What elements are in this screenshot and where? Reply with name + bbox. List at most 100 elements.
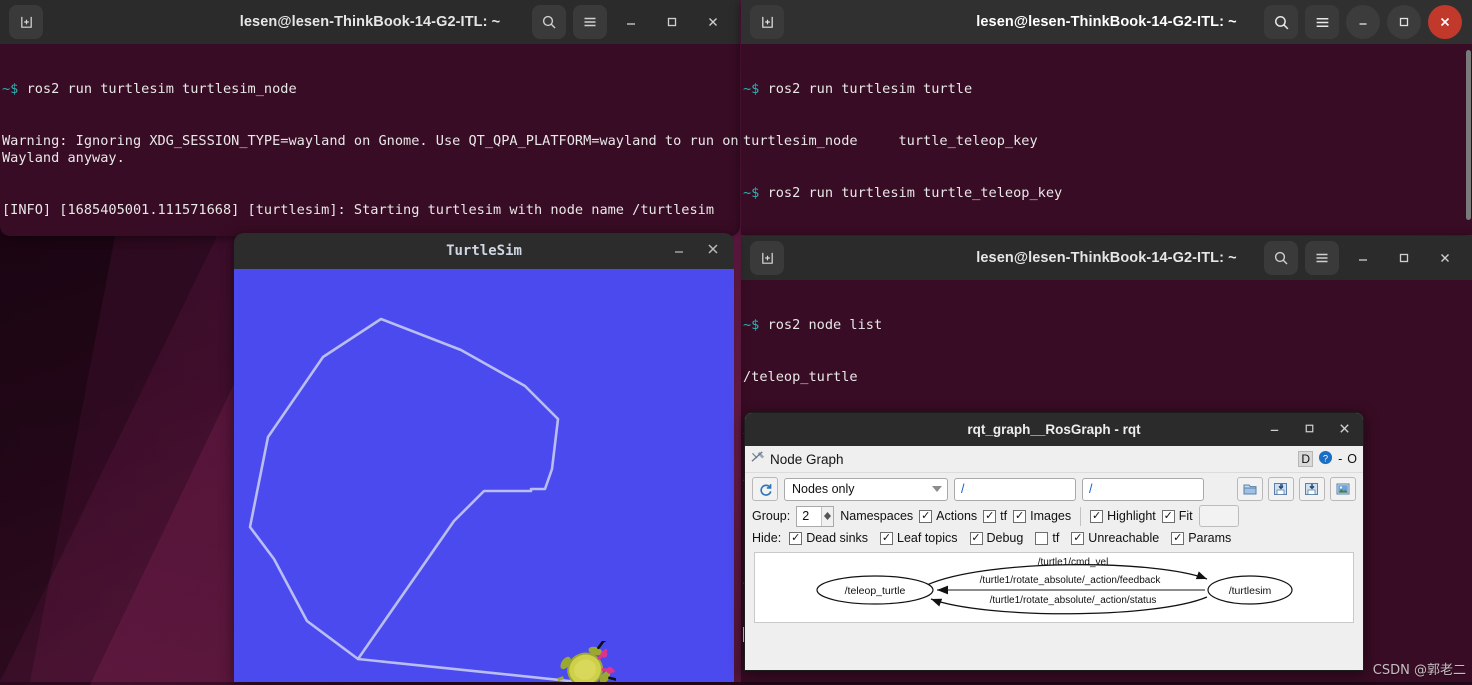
hide-tf-checkbox[interactable]: tf: [1035, 531, 1059, 545]
terminal-scrollbar[interactable]: [1466, 50, 1471, 220]
rqt-controls-row[interactable]: Group: 2 Namespaces ✓ Actions ✓ tf ✓ Ima…: [745, 504, 1363, 528]
turtlesim-canvas[interactable]: [234, 269, 734, 682]
checkbox-box[interactable]: ✓: [880, 532, 893, 545]
titlebar-left-buttons[interactable]: [750, 241, 784, 275]
new-tab-icon[interactable]: [9, 5, 43, 39]
checkbox-box[interactable]: ✓: [983, 510, 996, 523]
tf-checkbox[interactable]: ✓ tf: [983, 509, 1007, 523]
titlebar-right-buttons[interactable]: [1264, 5, 1462, 39]
titlebar-right-buttons[interactable]: [1264, 241, 1462, 275]
graph-edge-label-feedback: /turtle1/rotate_absolute/_action/feedbac…: [980, 575, 1162, 586]
checkbox-box[interactable]: ✓: [1071, 532, 1084, 545]
maximize-button[interactable]: [1387, 241, 1421, 275]
titlebar-right-buttons[interactable]: [1268, 422, 1351, 438]
turtle-sprite: [558, 641, 616, 682]
save-image-icon[interactable]: [1330, 477, 1356, 501]
filter-include-input[interactable]: /: [954, 478, 1076, 501]
close-button[interactable]: [1338, 422, 1351, 438]
titlebar[interactable]: lesen@lesen-ThinkBook-14-G2-ITL: ~: [741, 236, 1472, 280]
maximize-button[interactable]: [1303, 422, 1316, 438]
ros-node-graph-canvas[interactable]: /teleop_turtle /turtlesim /turtle1/cmd_v…: [754, 552, 1354, 623]
images-checkbox[interactable]: ✓ Images: [1013, 509, 1071, 523]
rqt-toolbar[interactable]: Nodes only / /: [745, 473, 1363, 504]
maximize-button[interactable]: [1387, 5, 1421, 39]
minimize-button[interactable]: [1346, 5, 1380, 39]
group-stepper[interactable]: 2: [796, 506, 834, 527]
checkbox-box[interactable]: ✓: [970, 532, 983, 545]
stepper-buttons[interactable]: [821, 507, 833, 526]
refresh-icon[interactable]: [752, 477, 778, 501]
checkbox-box[interactable]: ✓: [1013, 510, 1026, 523]
hamburger-menu-icon[interactable]: [1305, 241, 1339, 275]
titlebar-left-buttons[interactable]: [750, 5, 784, 39]
panel-header-actions[interactable]: D ? - O: [1298, 450, 1357, 468]
graph-node-label-turtlesim: /turtlesim: [1229, 585, 1272, 597]
close-panel-button[interactable]: O: [1347, 452, 1357, 466]
hamburger-menu-icon[interactable]: [1305, 5, 1339, 39]
titlebar[interactable]: rqt_graph__RosGraph - rqt: [745, 413, 1363, 446]
checkbox-box[interactable]: ✓: [1090, 510, 1103, 523]
tf-label: tf: [1000, 509, 1007, 523]
terminal-window-top-right[interactable]: lesen@lesen-ThinkBook-14-G2-ITL: ~: [741, 0, 1472, 235]
terminal-output[interactable]: ~$ ros2 run turtlesim turtle turtlesim_n…: [741, 44, 1472, 235]
titlebar[interactable]: lesen@lesen-ThinkBook-14-G2-ITL: ~: [0, 0, 740, 44]
chevron-down-icon[interactable]: [932, 479, 942, 500]
terminal-line: ros2 run turtlesim turtlesim_node: [27, 81, 297, 97]
minimize-button[interactable]: [1268, 422, 1281, 438]
undock-button[interactable]: -: [1338, 452, 1342, 466]
terminal-line: Warning: Ignoring XDG_SESSION_TYPE=wayla…: [2, 133, 740, 166]
fit-in-view-button[interactable]: [1199, 505, 1239, 527]
titlebar[interactable]: TurtleSim: [234, 233, 734, 269]
terminal-line: /teleop_turtle: [743, 369, 858, 385]
new-tab-icon[interactable]: [750, 5, 784, 39]
search-icon[interactable]: [1264, 241, 1298, 275]
filter-exclude-input[interactable]: /: [1082, 478, 1204, 501]
checkbox-box[interactable]: ✓: [919, 510, 932, 523]
dock-badge[interactable]: D: [1298, 451, 1313, 467]
terminal-line: ros2 node list: [768, 317, 883, 333]
close-button[interactable]: [696, 5, 730, 39]
titlebar-right-buttons[interactable]: [532, 5, 730, 39]
graph-type-select[interactable]: Nodes only: [784, 478, 948, 501]
filter-include-value: /: [961, 482, 964, 496]
save-svg-icon[interactable]: [1299, 477, 1325, 501]
load-dot-icon[interactable]: [1237, 477, 1263, 501]
new-tab-icon[interactable]: [750, 241, 784, 275]
titlebar-left-buttons[interactable]: [9, 5, 43, 39]
turtlesim-window[interactable]: TurtleSim: [234, 233, 734, 682]
checkbox-box[interactable]: ✓: [789, 532, 802, 545]
minimize-button[interactable]: [1346, 241, 1380, 275]
hide-params-checkbox[interactable]: ✓ Params: [1171, 531, 1231, 545]
group-value: 2: [802, 509, 809, 523]
terminal-line: turtlesim_node turtle_teleop_key: [743, 133, 1038, 149]
rqt-toolbar-right[interactable]: [1237, 477, 1356, 501]
hide-leaf-topics-checkbox[interactable]: ✓ Leaf topics: [880, 531, 957, 545]
titlebar[interactable]: lesen@lesen-ThinkBook-14-G2-ITL: ~: [741, 0, 1472, 44]
close-button[interactable]: [1428, 5, 1462, 39]
fit-checkbox[interactable]: ✓ Fit: [1162, 509, 1193, 523]
highlight-checkbox[interactable]: ✓ Highlight: [1090, 509, 1156, 523]
search-icon[interactable]: [1264, 5, 1298, 39]
terminal-output[interactable]: ~$ ros2 run turtlesim turtlesim_node War…: [0, 44, 740, 236]
checkbox-box[interactable]: [1035, 532, 1048, 545]
rqt-hide-row[interactable]: Hide: ✓ Dead sinks ✓ Leaf topics ✓ Debug…: [745, 528, 1363, 546]
actions-checkbox[interactable]: ✓ Actions: [919, 509, 977, 523]
rqt-graph-window[interactable]: rqt_graph__RosGraph - rqt Node Graph D: [744, 412, 1364, 671]
terminal-window-left[interactable]: lesen@lesen-ThinkBook-14-G2-ITL: ~: [0, 0, 740, 236]
hide-debug-checkbox[interactable]: ✓ Debug: [970, 531, 1024, 545]
save-dot-icon[interactable]: [1268, 477, 1294, 501]
help-icon[interactable]: ?: [1318, 450, 1333, 468]
hide-dead-sinks-checkbox[interactable]: ✓ Dead sinks: [789, 531, 868, 545]
hamburger-menu-icon[interactable]: [573, 5, 607, 39]
filter-exclude-value: /: [1089, 482, 1092, 496]
checkbox-box[interactable]: ✓: [1162, 510, 1175, 523]
minimize-button[interactable]: [614, 5, 648, 39]
close-button[interactable]: [706, 242, 720, 261]
search-icon[interactable]: [532, 5, 566, 39]
close-button[interactable]: [1428, 241, 1462, 275]
minimize-button[interactable]: [672, 243, 686, 259]
hide-unreachable-checkbox[interactable]: ✓ Unreachable: [1071, 531, 1159, 545]
maximize-button[interactable]: [655, 5, 689, 39]
checkbox-box[interactable]: ✓: [1171, 532, 1184, 545]
titlebar-right-buttons[interactable]: [672, 242, 720, 261]
